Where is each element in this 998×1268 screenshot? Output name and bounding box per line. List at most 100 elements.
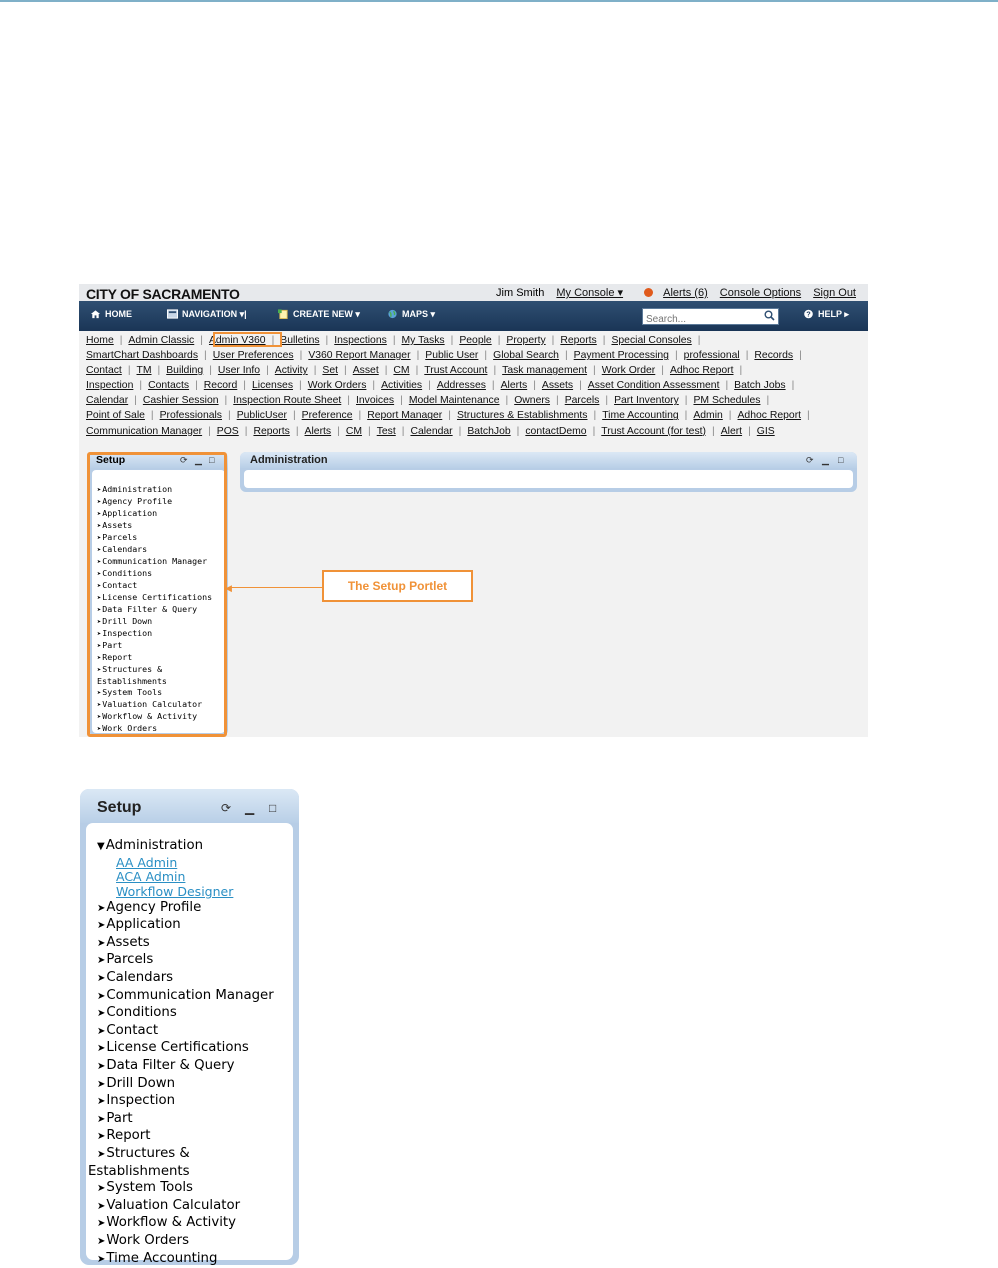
console-link[interactable]: Admin Classic xyxy=(128,335,194,346)
console-link[interactable]: Preference xyxy=(302,410,353,421)
console-link[interactable]: Test xyxy=(377,426,396,437)
console-link[interactable]: Work Orders xyxy=(308,380,367,391)
tree-item[interactable]: Establishments xyxy=(88,1164,293,1181)
console-link[interactable]: V360 Report Manager xyxy=(308,350,410,361)
admin-sub-link[interactable]: AA Admin xyxy=(116,855,177,870)
search-icon[interactable] xyxy=(764,310,775,321)
tree-item[interactable]: ➤Time Accounting xyxy=(97,1251,293,1268)
console-link[interactable]: Records xyxy=(754,350,793,361)
console-link[interactable]: Alerts xyxy=(501,380,528,391)
console-link[interactable]: Reports xyxy=(253,426,289,437)
tree-item[interactable]: ➤Contact xyxy=(97,1023,293,1041)
console-options-link[interactable]: Console Options xyxy=(720,287,801,299)
console-link[interactable]: Inspections xyxy=(334,335,387,346)
console-link[interactable]: SmartChart Dashboards xyxy=(86,350,198,361)
console-link[interactable]: Task management xyxy=(502,365,587,376)
console-link[interactable]: Adhoc Report xyxy=(670,365,734,376)
tree-item-administration[interactable]: ▼Administration AA Admin ACA Admin Workflo… xyxy=(97,838,293,900)
console-link[interactable]: Home xyxy=(86,335,114,346)
create-new-menu[interactable]: CREATE NEW ▾ xyxy=(278,309,360,320)
console-link[interactable]: Inspection xyxy=(86,380,133,391)
tree-item[interactable]: ➤Calendars xyxy=(97,970,293,988)
console-link[interactable]: PublicUser xyxy=(237,410,287,421)
console-link[interactable]: Assets xyxy=(542,380,573,391)
console-link[interactable]: User Preferences xyxy=(213,350,294,361)
console-link[interactable]: Invoices xyxy=(356,395,394,406)
tree-item[interactable]: ➤Agency Profile xyxy=(97,900,293,918)
tree-item[interactable]: ➤License Certifications xyxy=(97,1040,293,1058)
console-link[interactable]: Activities xyxy=(381,380,422,391)
console-link[interactable]: Point of Sale xyxy=(86,410,145,421)
minimize-icon[interactable]: ▁ xyxy=(245,801,254,815)
console-link[interactable]: Payment Processing xyxy=(574,350,669,361)
console-link[interactable]: Alerts xyxy=(305,426,332,437)
refresh-icon[interactable]: ⟳ xyxy=(221,801,231,815)
console-link[interactable]: Special Consoles xyxy=(611,335,691,346)
console-link[interactable]: Time Accounting xyxy=(602,410,678,421)
console-link[interactable]: Batch Jobs xyxy=(734,380,785,391)
tree-item[interactable]: ➤Communication Manager xyxy=(97,988,293,1006)
console-link[interactable]: Public User xyxy=(425,350,478,361)
console-link[interactable]: Bulletins xyxy=(280,335,319,346)
console-link[interactable]: Addresses xyxy=(437,380,486,391)
console-link[interactable]: CM xyxy=(393,365,409,376)
tree-item[interactable]: ➤Structures & xyxy=(97,1146,293,1164)
console-link[interactable]: TM xyxy=(137,365,152,376)
tree-item[interactable]: ➤Report xyxy=(97,1128,293,1146)
console-link[interactable]: Reports xyxy=(560,335,596,346)
console-link[interactable]: Professionals xyxy=(160,410,222,421)
console-link[interactable]: PM Schedules xyxy=(693,395,760,406)
console-link[interactable]: Alert xyxy=(721,426,742,437)
console-link[interactable]: Inspection Route Sheet xyxy=(233,395,341,406)
tree-item[interactable]: ➤Assets xyxy=(97,935,293,953)
tree-item[interactable]: ➤Data Filter & Query xyxy=(97,1058,293,1076)
console-link[interactable]: Contact xyxy=(86,365,122,376)
tree-item[interactable]: ➤Parcels xyxy=(97,952,293,970)
console-link[interactable]: User Info xyxy=(218,365,260,376)
console-link[interactable]: Set xyxy=(322,365,338,376)
console-link[interactable]: Calendar xyxy=(86,395,128,406)
tree-item[interactable]: ➤Application xyxy=(97,917,293,935)
sign-out-link[interactable]: Sign Out xyxy=(813,287,856,299)
console-link[interactable]: Licenses xyxy=(252,380,293,391)
navigation-menu[interactable]: NAVIGATION ▾| xyxy=(167,309,247,320)
console-link[interactable]: Owners xyxy=(514,395,550,406)
tree-item[interactable]: ➤Inspection xyxy=(97,1093,293,1111)
tree-item[interactable]: ➤Drill Down xyxy=(97,1076,293,1094)
console-link[interactable]: Trust Account (for test) xyxy=(601,426,706,437)
console-link[interactable]: Cashier Session xyxy=(143,395,219,406)
tree-item[interactable]: ➤Workflow & Activity xyxy=(97,1215,293,1233)
maximize-icon[interactable]: □ xyxy=(269,801,276,815)
console-link[interactable]: Trust Account xyxy=(424,365,487,376)
console-link[interactable]: professional xyxy=(684,350,740,361)
my-console-menu[interactable]: My Console ▾ xyxy=(556,287,623,299)
console-link[interactable]: My Tasks xyxy=(402,335,445,346)
console-link[interactable]: Adhoc Report xyxy=(738,410,802,421)
console-link[interactable]: POS xyxy=(217,426,239,437)
admin-sub-link[interactable]: Workflow Designer xyxy=(116,884,233,899)
tree-item[interactable]: ➤Work Orders xyxy=(97,1233,293,1251)
search-input[interactable] xyxy=(643,313,758,326)
console-link[interactable]: Asset xyxy=(353,365,379,376)
console-link[interactable]: Part Inventory xyxy=(614,395,679,406)
admin-sub-link[interactable]: ACA Admin xyxy=(116,869,185,884)
refresh-icon[interactable]: ⟳ xyxy=(806,455,814,466)
tree-item[interactable]: ➤System Tools xyxy=(97,1180,293,1198)
console-link[interactable]: Property xyxy=(506,335,545,346)
console-link[interactable]: Building xyxy=(166,365,203,376)
home-button[interactable]: HOME xyxy=(90,309,132,319)
console-link[interactable]: Record xyxy=(204,380,238,391)
console-link[interactable]: CM xyxy=(346,426,362,437)
maximize-icon[interactable]: □ xyxy=(838,455,843,465)
console-link[interactable]: Structures & Establishments xyxy=(457,410,588,421)
console-link[interactable]: Parcels xyxy=(565,395,600,406)
console-link[interactable]: Activity xyxy=(275,365,308,376)
console-link[interactable]: Communication Manager xyxy=(86,426,202,437)
tree-item[interactable]: ➤Part xyxy=(97,1111,293,1129)
console-link[interactable]: Asset Condition Assessment xyxy=(588,380,720,391)
console-link[interactable]: GIS xyxy=(757,426,775,437)
console-link[interactable]: BatchJob xyxy=(467,426,510,437)
console-link[interactable]: Contacts xyxy=(148,380,189,391)
console-link[interactable]: contactDemo xyxy=(525,426,586,437)
console-link[interactable]: Admin xyxy=(693,410,722,421)
